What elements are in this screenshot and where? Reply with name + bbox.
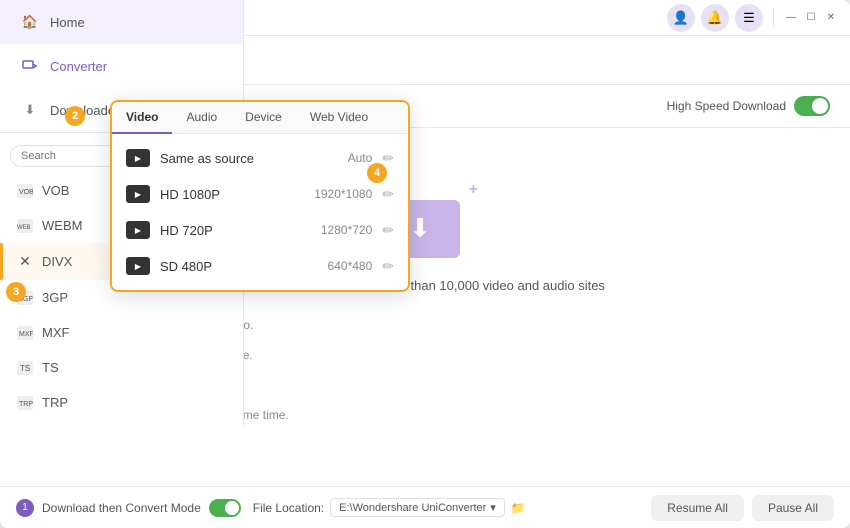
folder-open-icon[interactable]: 📁 xyxy=(511,501,526,515)
svg-text:TS: TS xyxy=(20,364,30,373)
divx-icon: ✕ xyxy=(16,253,34,270)
convert-mode-badge: 1 xyxy=(16,499,34,517)
format-item-720p[interactable]: HD 720P 1280*720 ✏ xyxy=(112,212,408,248)
converter-icon xyxy=(20,56,40,76)
video-thumb-icon xyxy=(126,149,150,167)
format-res-720: 1280*720 xyxy=(321,223,372,237)
svg-text:MXF: MXF xyxy=(19,331,33,338)
trp-label: TRP xyxy=(42,395,68,410)
format-item-480p[interactable]: SD 480P 640*480 ✏ xyxy=(112,248,408,284)
svg-text:VOB: VOB xyxy=(19,189,33,196)
format-res-1080: 1920*1080 xyxy=(314,187,372,201)
download-arrow-icon: ⬇ xyxy=(409,213,431,244)
location-value: E:\Wondershare UniConverter xyxy=(339,502,486,514)
format-name-same: Same as source xyxy=(160,151,338,166)
vob-icon: VOB xyxy=(16,184,34,198)
badge-3-circle: 3 xyxy=(6,282,26,302)
convert-mode-toggle[interactable] xyxy=(209,499,241,517)
divx-label: DIVX xyxy=(42,254,72,269)
badge-4-container: 4 xyxy=(367,163,387,183)
sidebar-item-mxf[interactable]: MXF MXF xyxy=(0,315,243,350)
format-tab-video[interactable]: Video xyxy=(112,102,172,134)
pause-all-button[interactable]: Pause All xyxy=(752,495,834,521)
format-res-480: 640*480 xyxy=(328,259,373,273)
format-item-1080p[interactable]: HD 1080P 1920*1080 ✏ xyxy=(112,176,408,212)
vob-label: VOB xyxy=(42,183,69,198)
format-edit-480[interactable]: ✏ xyxy=(382,258,394,275)
svg-text:WEB: WEB xyxy=(17,225,31,231)
trp-icon: TRP xyxy=(16,396,34,410)
format-tab-webvideo[interactable]: Web Video xyxy=(296,102,382,133)
chevron-down-icon: ▾ xyxy=(490,501,496,514)
format-item-same[interactable]: Same as source Auto ✏ xyxy=(112,140,408,176)
convert-mode-label: Download then Convert Mode xyxy=(42,501,201,515)
plus-icon-right: + xyxy=(469,181,478,199)
badge-3: 3 xyxy=(6,282,26,302)
mxf-icon: MXF xyxy=(16,326,34,340)
format-tabs: Video Audio Device Web Video xyxy=(112,102,408,134)
maximize-button[interactable]: ☐ xyxy=(804,11,818,25)
window-controls: 👤 🔔 ☰ — ☐ ✕ xyxy=(667,4,838,32)
convert-mode-section: 1 Download then Convert Mode xyxy=(16,499,241,517)
format-dropdown: Video Audio Device Web Video Same as sou… xyxy=(110,100,410,292)
user-icon[interactable]: 👤 xyxy=(667,4,695,32)
bottom-bar: 1 Download then Convert Mode File Locati… xyxy=(0,486,850,528)
high-speed-label: High Speed Download xyxy=(667,99,786,113)
webm-icon: WEB xyxy=(16,219,34,233)
ts-icon: TS xyxy=(16,361,34,375)
file-location-section: File Location: E:\Wondershare UniConvert… xyxy=(253,498,639,517)
video-thumb-720-icon xyxy=(126,221,150,239)
action-buttons: Resume All Pause All xyxy=(651,495,834,521)
minimize-button[interactable]: — xyxy=(784,11,798,25)
location-select[interactable]: E:\Wondershare UniConverter ▾ xyxy=(330,498,505,517)
high-speed-container: High Speed Download xyxy=(667,96,830,116)
format-edit-1080[interactable]: ✏ xyxy=(382,186,394,203)
close-button[interactable]: ✕ xyxy=(824,11,838,25)
nav-item-converter[interactable]: Converter xyxy=(0,44,243,88)
sidebar-item-trp[interactable]: TRP TRP xyxy=(0,385,243,420)
bell-icon[interactable]: 🔔 xyxy=(701,4,729,32)
webm-label: WEBM xyxy=(42,218,82,233)
high-speed-toggle[interactable] xyxy=(794,96,830,116)
downloader-icon: ⬇ xyxy=(20,100,40,120)
nav-item-home[interactable]: 🏠 Home xyxy=(0,36,243,44)
format-tab-audio[interactable]: Audio xyxy=(172,102,231,133)
format-tab-device[interactable]: Device xyxy=(231,102,296,133)
nav-converter-label: Converter xyxy=(50,59,107,74)
format-name-1080: HD 1080P xyxy=(160,187,304,202)
file-location-label: File Location: xyxy=(253,501,324,515)
format-name-720: HD 720P xyxy=(160,223,311,238)
svg-text:TRP: TRP xyxy=(19,401,33,408)
badge-2: 2 xyxy=(65,106,85,126)
video-thumb-480-icon xyxy=(126,257,150,275)
menu-icon[interactable]: ☰ xyxy=(735,4,763,32)
3gp-label: 3GP xyxy=(42,290,68,305)
mxf-label: MXF xyxy=(42,325,69,340)
badge-2-circle: 2 xyxy=(65,106,85,126)
format-edit-720[interactable]: ✏ xyxy=(382,222,394,239)
resume-all-button[interactable]: Resume All xyxy=(651,495,744,521)
format-name-480: SD 480P xyxy=(160,259,318,274)
format-items-list: Same as source Auto ✏ HD 1080P 1920*1080… xyxy=(112,134,408,290)
video-thumb-1080-icon xyxy=(126,185,150,203)
ts-label: TS xyxy=(42,360,59,375)
sidebar-item-ts[interactable]: TS TS xyxy=(0,350,243,385)
badge-4-circle: 4 xyxy=(367,163,387,183)
